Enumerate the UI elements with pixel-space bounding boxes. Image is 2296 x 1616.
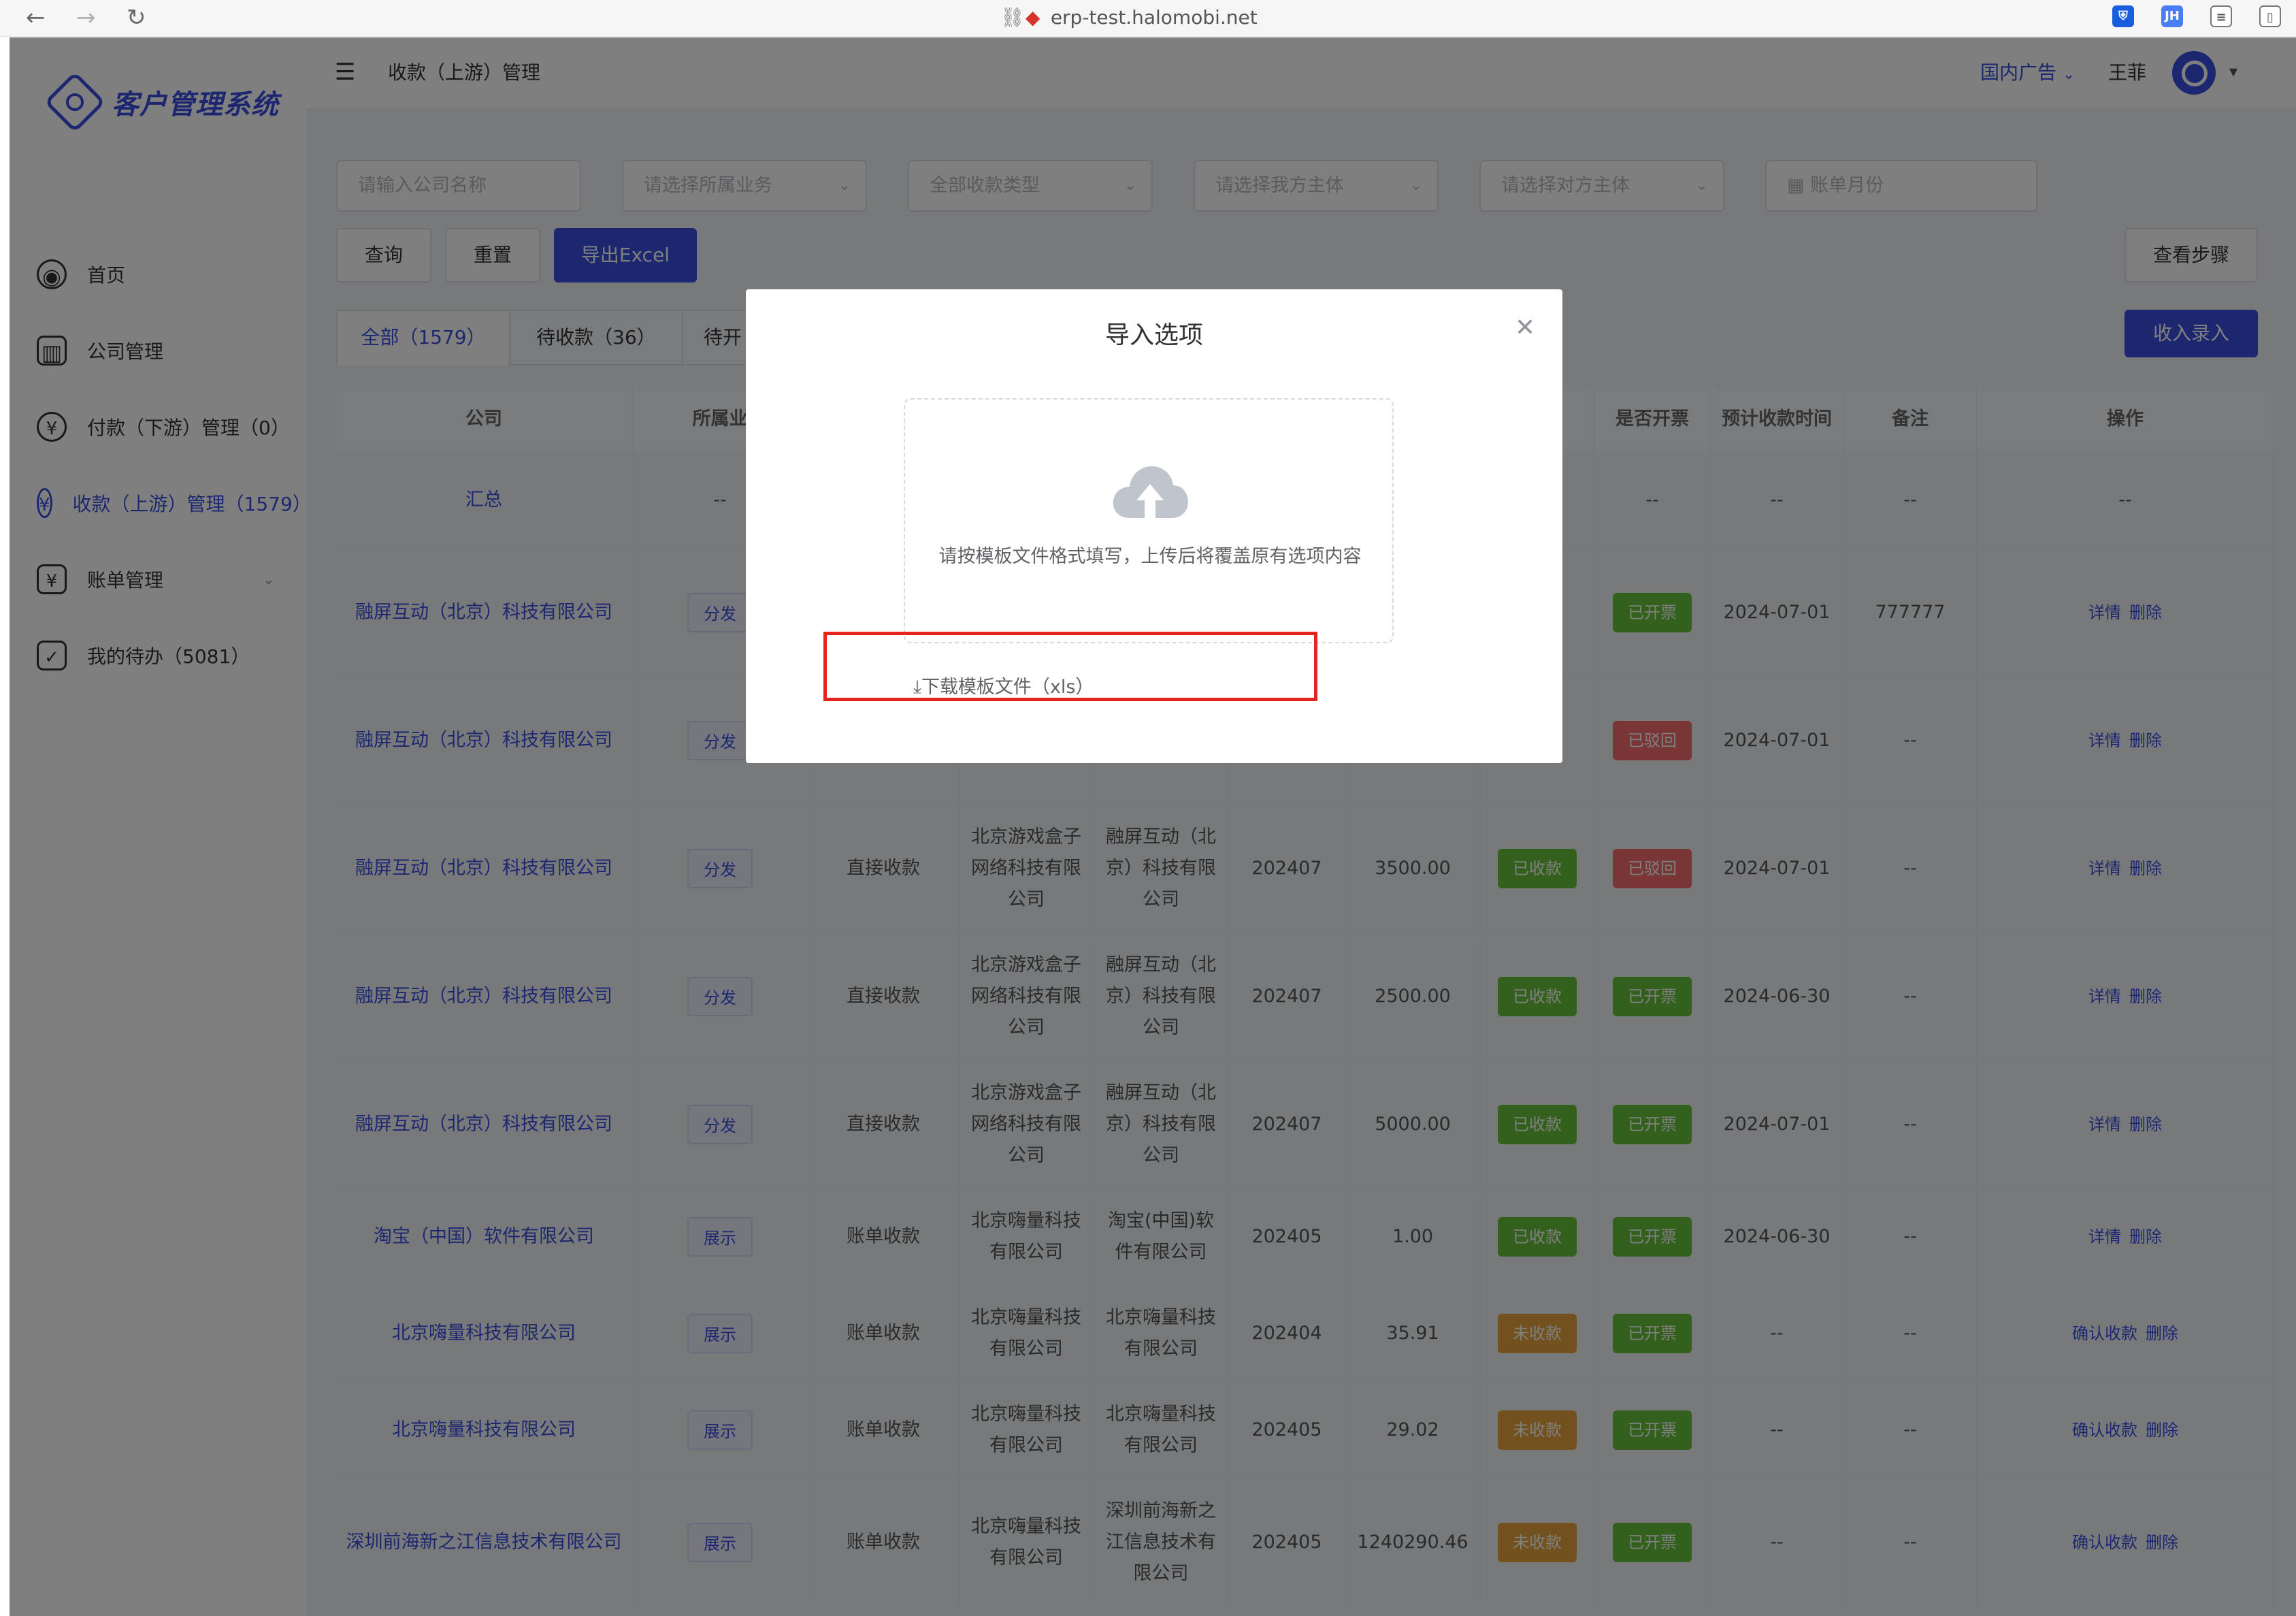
- dialog-title: 导入选项: [1104, 321, 1203, 349]
- close-icon[interactable]: ✕: [1515, 314, 1535, 342]
- address-bar[interactable]: ⛓ ◆ erp-test.halomobi.net: [1000, 4, 1258, 31]
- app-page: 客户管理系统 ◉ 首页 ▥ 公司管理 ¥ 付款（下游）管理（0） ¥ 收款（上游…: [10, 37, 2296, 1616]
- arrow-right-icon[interactable]: →: [76, 4, 96, 31]
- sidebar-icon[interactable]: ▯: [2259, 5, 2281, 27]
- upload-hint: 请按模板文件格式填写，上传后将覆盖原有选项内容: [938, 546, 1362, 567]
- site-icon: ◆: [1025, 6, 1040, 29]
- url-text: erp-test.halomobi.net: [1050, 6, 1258, 29]
- link-icon: ⛓: [1000, 6, 1025, 29]
- bitwarden-icon[interactable]: ⛨: [2112, 5, 2134, 27]
- jh-extension-icon[interactable]: JH: [2161, 5, 2183, 27]
- arrow-left-icon[interactable]: ←: [26, 4, 46, 31]
- reload-icon[interactable]: ↻: [127, 4, 146, 31]
- highlight-annotation: [823, 632, 1317, 701]
- browser-toolbar: ← → ↻ ⛓ ◆ erp-test.halomobi.net ⛨ JH ≡ ▯: [0, 0, 2296, 37]
- cloud-upload-icon: [1113, 466, 1188, 518]
- modal-mask[interactable]: [10, 37, 2296, 1616]
- upload-dropzone[interactable]: 请按模板文件格式填写，上传后将覆盖原有选项内容: [904, 398, 1394, 643]
- extension-icon[interactable]: ≡: [2210, 5, 2232, 27]
